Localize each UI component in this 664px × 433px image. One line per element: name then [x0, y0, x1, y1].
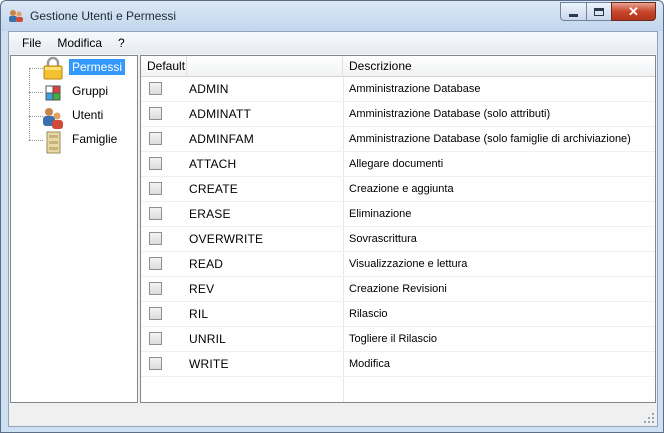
maximize-button[interactable]	[586, 2, 612, 21]
table-row[interactable]: CREATE Creazione e aggiunta	[141, 177, 655, 202]
permission-code: UNRIL	[189, 332, 227, 346]
tree-item-utenti[interactable]: Utenti	[69, 107, 106, 123]
groups-icon	[45, 85, 61, 101]
permission-code: REV	[189, 282, 215, 296]
default-checkbox[interactable]	[149, 107, 162, 120]
table-row[interactable]: READ Visualizzazione e lettura	[141, 252, 655, 277]
default-checkbox[interactable]	[149, 307, 162, 320]
tree-item-gruppi[interactable]: Gruppi	[69, 83, 111, 99]
lock-icon	[43, 56, 63, 80]
table-row[interactable]: UNRIL Togliere il Rilascio	[141, 327, 655, 352]
table-row[interactable]: ATTACH Allegare documenti	[141, 152, 655, 177]
menu-modifica[interactable]: Modifica	[49, 32, 110, 54]
menu-bar: File Modifica ?	[9, 32, 657, 54]
table-row[interactable]: ADMIN Amministrazione Database	[141, 77, 655, 102]
column-header-description[interactable]: Descrizione	[343, 56, 655, 77]
permission-description: Creazione Revisioni	[349, 283, 447, 295]
default-checkbox[interactable]	[149, 82, 162, 95]
minimize-icon	[569, 14, 578, 17]
column-header-default[interactable]: Default	[141, 56, 187, 77]
permission-code: RIL	[189, 307, 209, 321]
menu-help[interactable]: ?	[110, 32, 133, 54]
table-row[interactable]: ERASE Eliminazione	[141, 202, 655, 227]
table-row[interactable]: ADMINFAM Amministrazione Database (solo …	[141, 127, 655, 152]
grid-header: Default Descrizione	[141, 56, 655, 77]
permission-code: WRITE	[189, 357, 229, 371]
menu-file[interactable]: File	[9, 32, 49, 54]
default-checkbox[interactable]	[149, 282, 162, 295]
maximize-icon	[594, 7, 604, 16]
permission-description: Togliere il Rilascio	[349, 333, 438, 345]
close-icon: ✕	[628, 3, 639, 19]
permission-description: Eliminazione	[349, 208, 412, 220]
table-row[interactable]: ADMINATT Amministrazione Database (solo …	[141, 102, 655, 127]
window-title: Gestione Utenti e Permessi	[30, 9, 177, 23]
default-checkbox[interactable]	[149, 332, 162, 345]
permission-code: ADMINFAM	[189, 132, 254, 146]
title-bar[interactable]: Gestione Utenti e Permessi ✕	[1, 1, 663, 31]
permission-description: Creazione e aggiunta	[349, 183, 454, 195]
permission-code: ADMIN	[189, 82, 229, 96]
permission-code: OVERWRITE	[189, 232, 264, 246]
close-button[interactable]: ✕	[611, 2, 656, 21]
permissions-grid: Default Descrizione ADMIN Amministrazion…	[140, 55, 656, 403]
permission-description: Amministrazione Database	[349, 83, 481, 95]
category-tree[interactable]: Permessi Gruppi Utenti Famiglie	[10, 55, 138, 403]
permission-code: CREATE	[189, 182, 238, 196]
permission-description: Amministrazione Database (solo famiglie …	[349, 133, 631, 145]
default-checkbox[interactable]	[149, 157, 162, 170]
permission-description: Allegare documenti	[349, 158, 444, 170]
default-checkbox[interactable]	[149, 232, 162, 245]
permission-code: ADMINATT	[189, 107, 252, 121]
permission-code: READ	[189, 257, 224, 271]
families-icon	[46, 131, 61, 154]
default-checkbox[interactable]	[149, 207, 162, 220]
permission-description: Sovrascrittura	[349, 233, 417, 245]
app-window: Gestione Utenti e Permessi ✕ File Modifi…	[0, 0, 664, 433]
users-icon	[43, 108, 63, 129]
minimize-button[interactable]	[560, 2, 587, 21]
table-row[interactable]: REV Creazione Revisioni	[141, 277, 655, 302]
default-checkbox[interactable]	[149, 132, 162, 145]
users-app-icon	[9, 10, 23, 22]
default-checkbox[interactable]	[149, 257, 162, 270]
client-area: File Modifica ? Permessi Gruppi Utenti F…	[8, 31, 658, 427]
permission-description: Visualizzazione e lettura	[349, 258, 468, 270]
tree-item-famiglie[interactable]: Famiglie	[69, 131, 120, 147]
table-row[interactable]: RIL Rilascio	[141, 302, 655, 327]
tree-connector	[29, 68, 30, 140]
resize-grip-icon[interactable]	[643, 412, 655, 424]
column-header-code[interactable]	[187, 56, 343, 77]
tree-item-permessi[interactable]: Permessi	[69, 59, 126, 75]
permission-description: Modifica	[349, 358, 390, 370]
status-bar	[9, 405, 657, 426]
default-checkbox[interactable]	[149, 182, 162, 195]
table-row[interactable]: WRITE Modifica	[141, 352, 655, 377]
default-checkbox[interactable]	[149, 357, 162, 370]
permission-description: Rilascio	[349, 308, 388, 320]
permission-code: ERASE	[189, 207, 231, 221]
permission-code: ATTACH	[189, 157, 237, 171]
table-row[interactable]: OVERWRITE Sovrascrittura	[141, 227, 655, 252]
permission-description: Amministrazione Database (solo attributi…	[349, 108, 551, 120]
